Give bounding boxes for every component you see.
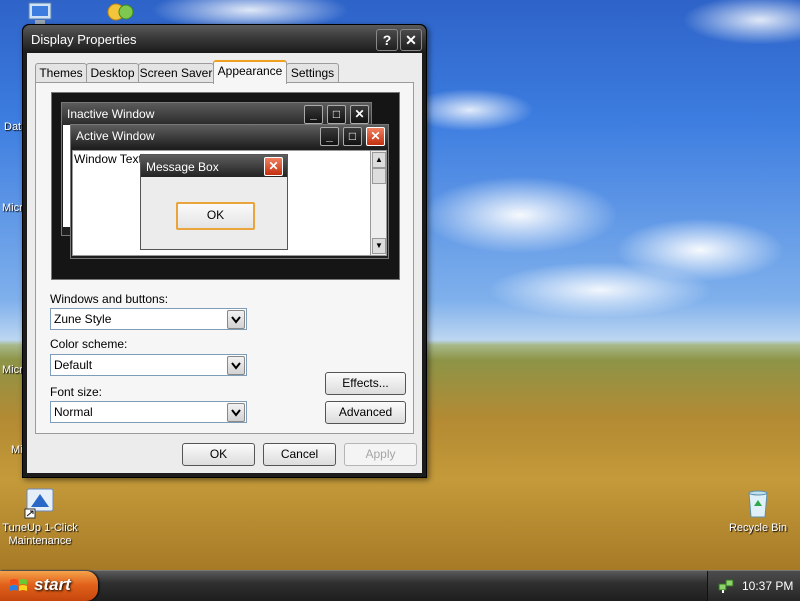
recycle-bin-icon — [742, 487, 774, 519]
start-label: start — [34, 575, 71, 594]
appearance-panel: Inactive Window _ □ ✕ Active Window _ □ … — [35, 82, 414, 434]
font-size-value: Normal — [54, 405, 93, 419]
desktop-icon-label: TuneUp 1-Click Maintenance — [2, 522, 78, 547]
preview-ok-button: OK — [176, 202, 255, 230]
font-size-label: Font size: — [50, 385, 103, 399]
scroll-up-icon: ▲ — [372, 152, 386, 168]
preview-message-box-title: Message Box — [146, 160, 219, 174]
preview-active-title: Active Window — [76, 129, 155, 143]
close-icon: ✕ — [405, 32, 417, 48]
network-icon[interactable] — [718, 578, 734, 597]
tuneup-icon — [24, 487, 56, 519]
advanced-button[interactable]: Advanced — [325, 401, 406, 424]
chevron-down-icon[interactable] — [227, 356, 245, 375]
close-icon: ✕ — [264, 157, 283, 176]
windows-and-buttons-value: Zune Style — [54, 312, 112, 326]
start-button[interactable]: start — [0, 571, 98, 601]
appearance-preview: Inactive Window _ □ ✕ Active Window _ □ … — [51, 92, 400, 280]
close-icon: ✕ — [366, 127, 385, 146]
display-properties-dialog: Display Properties ? ✕ Themes Desktop Sc… — [22, 24, 427, 478]
preview-window-text: Window Text — [74, 152, 142, 166]
color-scheme-label: Color scheme: — [50, 337, 128, 351]
scroll-down-icon: ▼ — [372, 238, 386, 254]
tab-themes[interactable]: Themes — [35, 63, 87, 83]
taskbar: start 10:37 PM — [0, 570, 800, 601]
dialog-title: Display Properties — [31, 32, 137, 47]
font-size-select[interactable]: Normal — [50, 401, 247, 423]
windows-flag-icon — [9, 577, 29, 600]
desktop-icon-label-partial[interactable]: Mi — [11, 444, 23, 456]
clock[interactable]: 10:37 PM — [742, 579, 793, 593]
color-scheme-value: Default — [54, 358, 93, 372]
help-button[interactable]: ? — [376, 29, 398, 51]
maximize-icon: □ — [343, 127, 362, 146]
apply-button[interactable]: Apply — [344, 443, 417, 466]
scroll-thumb — [372, 168, 386, 184]
desktop-icon-recycle-bin[interactable]: Recycle Bin — [718, 487, 798, 535]
tab-settings[interactable]: Settings — [286, 63, 339, 83]
tab-screen-saver[interactable]: Screen Saver — [138, 63, 214, 83]
minimize-icon: _ — [320, 127, 339, 146]
preview-message-box: Message Box ✕ OK — [140, 154, 288, 250]
close-icon: ✕ — [350, 105, 369, 124]
tab-desktop[interactable]: Desktop — [86, 63, 139, 83]
windows-and-buttons-label: Windows and buttons: — [50, 292, 169, 306]
maximize-icon: □ — [327, 105, 346, 124]
close-button[interactable]: ✕ — [400, 29, 422, 51]
windows-and-buttons-select[interactable]: Zune Style — [50, 308, 247, 330]
messenger-icon[interactable] — [106, 0, 136, 24]
desktop-icon-label-partial[interactable]: Dat — [4, 121, 21, 133]
chevron-down-icon[interactable] — [227, 310, 245, 329]
tab-appearance[interactable]: Appearance — [213, 60, 287, 84]
dialog-titlebar[interactable]: Display Properties ? ✕ — [23, 25, 426, 53]
desktop-icon-tuneup[interactable]: TuneUp 1-Click Maintenance — [0, 487, 80, 548]
ok-button[interactable]: OK — [182, 443, 255, 466]
minimize-icon: _ — [304, 105, 323, 124]
chevron-down-icon[interactable] — [227, 403, 245, 422]
computer-icon[interactable] — [26, 2, 54, 26]
color-scheme-select[interactable]: Default — [50, 354, 247, 376]
preview-inactive-title: Inactive Window — [67, 107, 155, 121]
desktop-icon-label: Recycle Bin — [728, 522, 788, 534]
preview-scrollbar: ▲ ▼ — [370, 150, 387, 256]
cancel-button[interactable]: Cancel — [263, 443, 336, 466]
effects-button[interactable]: Effects... — [325, 372, 406, 395]
system-tray: 10:37 PM — [707, 571, 800, 601]
dialog-client-area: Themes Desktop Screen Saver Appearance S… — [27, 53, 422, 473]
